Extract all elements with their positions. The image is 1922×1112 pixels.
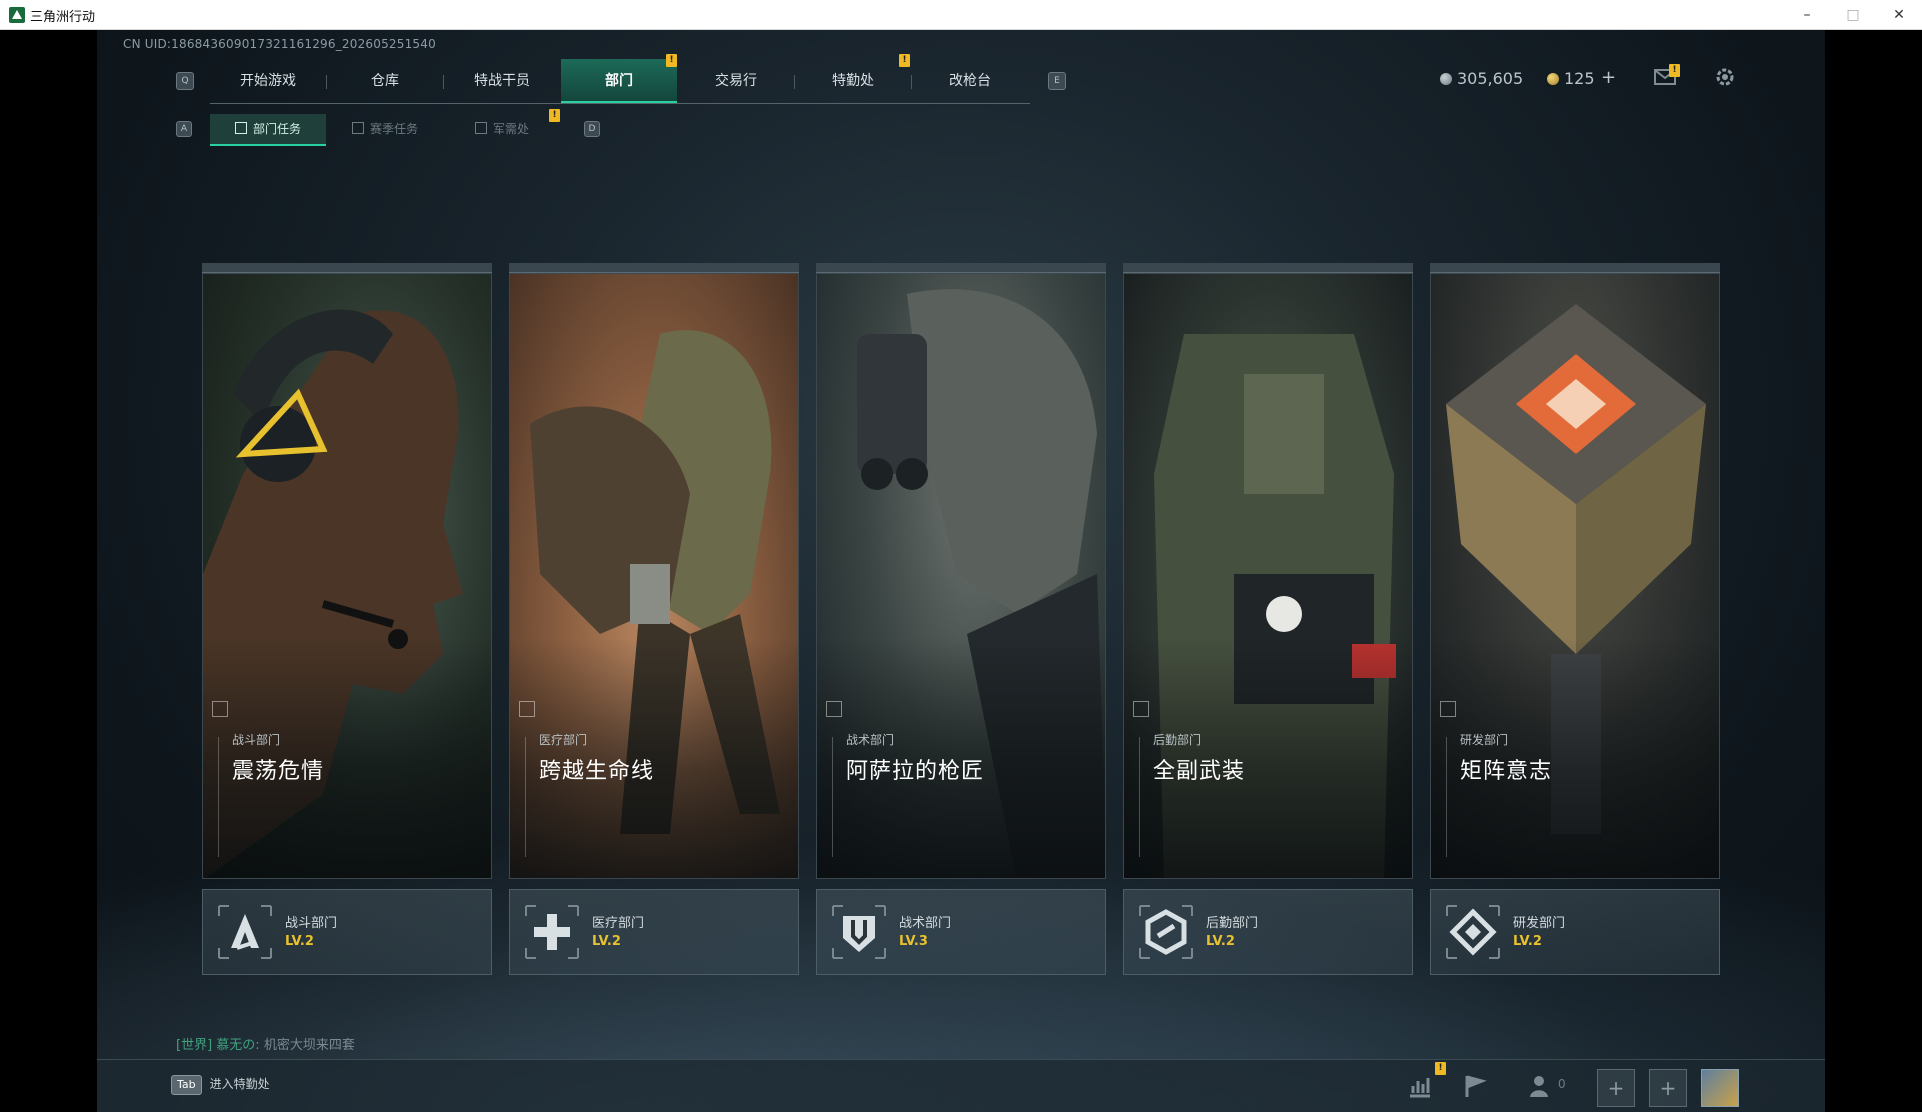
card-mission-title: 矩阵意志 (1460, 759, 1553, 784)
settings-gear-icon[interactable] (1714, 66, 1736, 88)
player-uid: CN UID:18684360901732116129​6_2026052515… (123, 37, 436, 51)
stats-badge: ! (1435, 1062, 1446, 1075)
footer-dept-name: 研发部门 (1513, 916, 1566, 931)
window-title: 三角洲行动 (30, 10, 96, 25)
mail-badge: ! (1669, 64, 1680, 77)
squad-slot-2[interactable]: + (1649, 1069, 1687, 1107)
friends-icon[interactable] (1529, 1073, 1555, 1099)
card-mission-title: 阿萨拉的枪匠 (846, 759, 985, 784)
tab-market[interactable]: 交易行 (678, 59, 794, 103)
subtab-dept-tasks[interactable]: 部门任务 (210, 114, 326, 146)
card-dept-label: 研发部门 (1460, 733, 1509, 747)
gold-coin-icon (1547, 73, 1559, 85)
coins-display: 125 (1547, 69, 1595, 88)
footer-dept-level: LV.2 (592, 934, 621, 949)
tab-departments[interactable]: 部门 (561, 59, 677, 103)
footer-dept-name: 战术部门 (899, 916, 952, 931)
footer-dept-level: LV.3 (899, 934, 928, 949)
medical-cross-icon (525, 905, 579, 959)
app-logo-icon (9, 7, 25, 23)
tab-start-game[interactable]: 开始游戏 (210, 59, 326, 103)
season-icon (351, 122, 364, 134)
card-mission-title: 震荡危情 (232, 759, 325, 784)
keyhint-prev-tab: Q (176, 72, 194, 90)
card-tactical-art (816, 273, 1106, 879)
minimize-button[interactable]: – (1784, 0, 1830, 30)
card-medical-footer[interactable]: 医疗部门 LV.2 (509, 889, 799, 975)
tab-departments-badge: ! (666, 54, 677, 67)
card-dept-label: 战斗部门 (232, 733, 281, 747)
keyhint-next-tab: E (1048, 72, 1066, 90)
maximize-button[interactable]: □ (1830, 0, 1876, 30)
card-medical-art (509, 273, 799, 879)
close-button[interactable]: ✕ (1876, 0, 1922, 30)
tab-gunsmith[interactable]: 改枪台 (912, 59, 1028, 103)
tab-special-ops-badge: ! (899, 54, 910, 67)
logistics-hex-icon (1139, 905, 1193, 959)
add-coins-button[interactable]: + (1601, 67, 1616, 88)
chat-sender: 慕无の: (216, 1038, 260, 1053)
card-research-art (1430, 273, 1720, 879)
window-titlebar: 三角洲行动 – □ ✕ (0, 0, 1922, 30)
footer-dept-name: 战斗部门 (285, 916, 338, 931)
world-chat-line[interactable]: [世界] 慕无の: 机密大坝来四套 (176, 1034, 355, 1053)
subtab-quartermaster-badge: ! (549, 109, 560, 122)
card-mission-title: 跨越生命线 (539, 759, 655, 784)
footer-dept-name: 医疗部门 (592, 916, 645, 931)
quartermaster-icon (474, 122, 487, 134)
tab-key-hint: Tab (171, 1075, 202, 1095)
stats-chart-icon[interactable] (1407, 1073, 1433, 1099)
subtab-quartermaster[interactable]: 军需处 (444, 114, 560, 144)
keyhint-next-sub: D (584, 121, 600, 137)
card-combat-footer[interactable]: 战斗部门 LV.2 (202, 889, 492, 975)
tab-special-ops[interactable]: 特勤处 (795, 59, 911, 103)
card-tactical-footer[interactable]: 战术部门 LV.3 (816, 889, 1106, 975)
card-header-strip (1430, 263, 1720, 273)
card-dept-label: 医疗部门 (539, 733, 588, 747)
flag-icon[interactable] (1462, 1073, 1488, 1099)
squad-slot-1[interactable]: + (1597, 1069, 1635, 1107)
card-header-strip (816, 263, 1106, 273)
task-icon (234, 122, 247, 134)
player-avatar[interactable] (1701, 1069, 1739, 1107)
subtab-season-tasks[interactable]: 赛季任务 (327, 114, 443, 144)
card-research-footer[interactable]: 研发部门 LV.2 (1430, 889, 1720, 975)
tab-operators[interactable]: 特战干员 (444, 59, 560, 103)
card-header-strip (202, 263, 492, 273)
footer-dept-level: LV.2 (1206, 934, 1235, 949)
card-combat-art (202, 273, 492, 879)
bottom-bar: Tab 进入特勤处 ! 0 + + (97, 1059, 1825, 1112)
card-header-strip (1123, 263, 1413, 273)
credit-coin-icon (1440, 73, 1452, 85)
credits-display: 305,605 (1440, 69, 1523, 88)
footer-dept-level: LV.2 (285, 934, 314, 949)
card-logistics-art (1123, 273, 1413, 879)
friends-count: 0 (1558, 1077, 1566, 1091)
chat-message: 机密大坝来四套 (263, 1038, 355, 1053)
combat-dept-icon (218, 905, 272, 959)
research-diamond-icon (1446, 905, 1500, 959)
card-dept-label: 战术部门 (846, 733, 895, 747)
tab-warehouse[interactable]: 仓库 (327, 59, 443, 103)
card-header-strip (509, 263, 799, 273)
game-viewport: CN UID:18684360901732116129​6_2026052515… (97, 30, 1825, 1112)
enter-special-ops-button[interactable]: Tab 进入特勤处 (171, 1075, 270, 1095)
footer-dept-name: 后勤部门 (1206, 916, 1259, 931)
chat-channel: [世界] (176, 1038, 213, 1053)
card-logistics-footer[interactable]: 后勤部门 LV.2 (1123, 889, 1413, 975)
tactical-shield-icon (832, 905, 886, 959)
keyhint-prev-sub: A (176, 121, 192, 137)
footer-dept-level: LV.2 (1513, 934, 1542, 949)
card-dept-label: 后勤部门 (1153, 733, 1202, 747)
card-mission-title: 全副武装 (1153, 759, 1246, 784)
